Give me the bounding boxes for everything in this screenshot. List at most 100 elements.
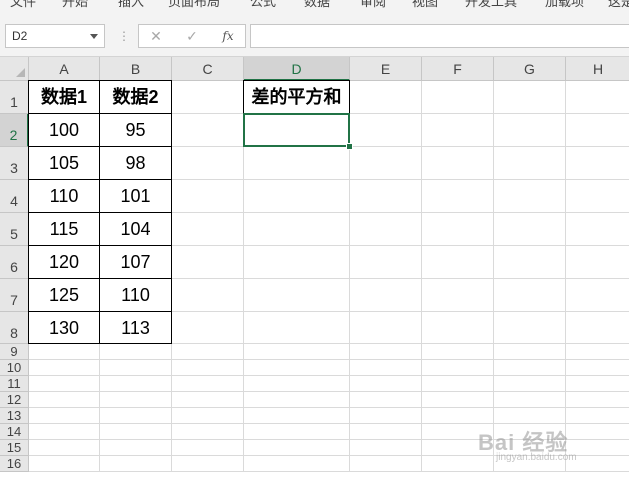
cell-d8[interactable] — [244, 312, 350, 344]
cell-b14[interactable] — [100, 424, 172, 440]
row-header-4[interactable]: 4 — [0, 180, 29, 213]
cell-h14[interactable] — [566, 424, 629, 440]
cell-a8[interactable]: 130 — [28, 311, 100, 344]
cell-d1[interactable]: 差的平方和 — [243, 80, 350, 114]
cell-f8[interactable] — [422, 312, 494, 344]
cell-b10[interactable] — [100, 360, 172, 376]
cell-e4[interactable] — [350, 180, 422, 213]
cell-h11[interactable] — [566, 376, 629, 392]
column-header-b[interactable]: B — [100, 57, 172, 81]
cell-c9[interactable] — [172, 344, 244, 360]
cell-h8[interactable] — [566, 312, 629, 344]
row-header-9[interactable]: 9 — [0, 344, 29, 360]
column-header-e[interactable]: E — [350, 57, 422, 81]
cell-b13[interactable] — [100, 408, 172, 424]
cell-d3[interactable] — [244, 147, 350, 180]
row-header-6[interactable]: 6 — [0, 246, 29, 279]
row-header-14[interactable]: 14 — [0, 424, 29, 440]
cell-e1[interactable] — [350, 81, 422, 114]
cell-f5[interactable] — [422, 213, 494, 246]
ribbon-tab-formulas[interactable]: 公式 — [250, 0, 276, 8]
row-header-7[interactable]: 7 — [0, 279, 29, 312]
cell-b15[interactable] — [100, 440, 172, 456]
cell-a15[interactable] — [29, 440, 100, 456]
cell-f4[interactable] — [422, 180, 494, 213]
cell-g8[interactable] — [494, 312, 566, 344]
cell-f10[interactable] — [422, 360, 494, 376]
cell-e2[interactable] — [350, 114, 422, 147]
cell-c1[interactable] — [172, 81, 244, 114]
cell-b16[interactable] — [100, 456, 172, 472]
cell-f12[interactable] — [422, 392, 494, 408]
row-header-11[interactable]: 11 — [0, 376, 29, 392]
cell-a6[interactable]: 120 — [28, 245, 100, 279]
cell-g4[interactable] — [494, 180, 566, 213]
column-header-h[interactable]: H — [566, 57, 629, 81]
cell-c5[interactable] — [172, 213, 244, 246]
cell-g9[interactable] — [494, 344, 566, 360]
cell-d16[interactable] — [244, 456, 350, 472]
cell-b4[interactable]: 101 — [99, 179, 172, 213]
cell-g12[interactable] — [494, 392, 566, 408]
row-header-5[interactable]: 5 — [0, 213, 29, 246]
row-header-12[interactable]: 12 — [0, 392, 29, 408]
cell-e3[interactable] — [350, 147, 422, 180]
ribbon-tab-page-layout[interactable]: 页面布局 — [168, 0, 220, 8]
ribbon-tab-file[interactable]: 文件 — [10, 0, 36, 8]
cell-e12[interactable] — [350, 392, 422, 408]
cell-c4[interactable] — [172, 180, 244, 213]
cell-h10[interactable] — [566, 360, 629, 376]
cell-g11[interactable] — [494, 376, 566, 392]
column-header-c[interactable]: C — [172, 57, 244, 81]
formula-input[interactable] — [250, 24, 629, 48]
cell-b9[interactable] — [100, 344, 172, 360]
cell-c15[interactable] — [172, 440, 244, 456]
cell-f16[interactable] — [422, 456, 494, 472]
fill-handle[interactable] — [346, 143, 353, 150]
cancel-icon[interactable]: ✕ — [141, 25, 171, 47]
cell-b6[interactable]: 107 — [99, 245, 172, 279]
row-header-8[interactable]: 8 — [0, 312, 29, 344]
cell-c14[interactable] — [172, 424, 244, 440]
cell-a16[interactable] — [29, 456, 100, 472]
cell-a12[interactable] — [29, 392, 100, 408]
cell-a3[interactable]: 105 — [28, 146, 100, 180]
cell-a14[interactable] — [29, 424, 100, 440]
cell-f9[interactable] — [422, 344, 494, 360]
cell-c8[interactable] — [172, 312, 244, 344]
cell-b3[interactable]: 98 — [99, 146, 172, 180]
cell-e10[interactable] — [350, 360, 422, 376]
column-header-g[interactable]: G — [494, 57, 566, 81]
row-header-1[interactable]: 1 — [0, 81, 29, 114]
name-box[interactable]: D2 — [5, 24, 105, 48]
cell-c13[interactable] — [172, 408, 244, 424]
cell-c7[interactable] — [172, 279, 244, 312]
cell-a11[interactable] — [29, 376, 100, 392]
cell-f13[interactable] — [422, 408, 494, 424]
cell-e16[interactable] — [350, 456, 422, 472]
ribbon-tab-insert[interactable]: 插入 — [118, 0, 144, 8]
select-all-corner[interactable] — [0, 57, 29, 81]
cell-e13[interactable] — [350, 408, 422, 424]
cell-d14[interactable] — [244, 424, 350, 440]
cell-h7[interactable] — [566, 279, 629, 312]
cell-b2[interactable]: 95 — [99, 113, 172, 147]
cell-g3[interactable] — [494, 147, 566, 180]
cell-a2[interactable]: 100 — [28, 113, 100, 147]
row-header-16[interactable]: 16 — [0, 456, 29, 472]
column-header-a[interactable]: A — [29, 57, 100, 81]
cell-f7[interactable] — [422, 279, 494, 312]
row-header-2[interactable]: 2 — [0, 114, 29, 147]
cell-b5[interactable]: 104 — [99, 212, 172, 246]
cell-a5[interactable]: 115 — [28, 212, 100, 246]
cell-f3[interactable] — [422, 147, 494, 180]
cell-h9[interactable] — [566, 344, 629, 360]
cell-d7[interactable] — [244, 279, 350, 312]
ribbon-tab-addins[interactable]: 加载项 — [545, 0, 584, 8]
cell-e8[interactable] — [350, 312, 422, 344]
cell-d6[interactable] — [244, 246, 350, 279]
column-header-f[interactable]: F — [422, 57, 494, 81]
cell-d11[interactable] — [244, 376, 350, 392]
cell-c10[interactable] — [172, 360, 244, 376]
cell-c3[interactable] — [172, 147, 244, 180]
